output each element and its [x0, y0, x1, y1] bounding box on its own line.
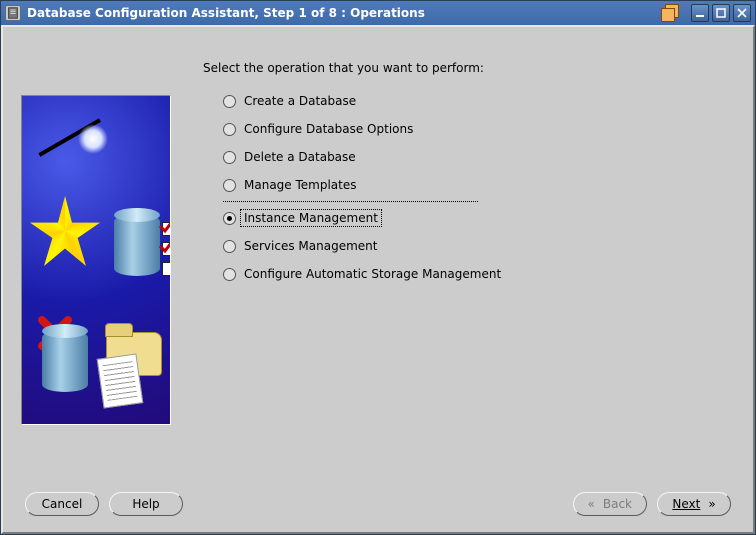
prompt-text: Select the operation that you want to pe…	[203, 61, 484, 75]
pages-icon	[97, 353, 144, 408]
app-icon	[5, 5, 21, 21]
operation-radio-instance[interactable]	[223, 212, 236, 225]
operation-option-create[interactable]: Create a Database	[223, 87, 663, 115]
operation-radio-config[interactable]	[223, 123, 236, 136]
operation-label: Services Management	[244, 239, 377, 253]
operation-label: Delete a Database	[244, 150, 356, 164]
window: Database Configuration Assistant, Step 1…	[0, 0, 756, 535]
operation-radio-asm[interactable]	[223, 268, 236, 281]
operation-radio-create[interactable]	[223, 95, 236, 108]
operation-label: Manage Templates	[244, 178, 357, 192]
close-icon[interactable]	[733, 4, 751, 22]
operation-option-delete[interactable]: Delete a Database	[223, 143, 663, 171]
button-bar: Cancel Help « Back Next »	[3, 482, 753, 532]
operation-radio-template[interactable]	[223, 179, 236, 192]
checkbox-icon	[162, 262, 171, 276]
operation-option-config[interactable]: Configure Database Options	[223, 115, 663, 143]
titlebar[interactable]: Database Configuration Assistant, Step 1…	[1, 1, 755, 25]
client-area: Select the operation that you want to pe…	[1, 25, 755, 534]
window-title: Database Configuration Assistant, Step 1…	[27, 6, 425, 20]
operations-radio-group: Create a Database Configure Database Opti…	[223, 87, 663, 288]
next-button[interactable]: Next »	[657, 492, 731, 516]
back-button: « Back	[573, 492, 647, 516]
operation-label: Instance Management	[240, 209, 382, 227]
window-controls	[691, 4, 751, 22]
separator	[223, 201, 478, 202]
database-icon	[42, 330, 88, 392]
cancel-button[interactable]: Cancel	[25, 492, 99, 516]
operation-option-instance[interactable]: Instance Management	[223, 204, 663, 232]
help-button-label: Help	[132, 497, 159, 511]
checkbox-icon	[162, 222, 171, 236]
operation-option-asm[interactable]: Configure Automatic Storage Management	[223, 260, 663, 288]
operation-option-services[interactable]: Services Management	[223, 232, 663, 260]
content-area: Select the operation that you want to pe…	[3, 27, 753, 482]
operation-option-template[interactable]: Manage Templates	[223, 171, 663, 199]
operation-label: Configure Automatic Storage Management	[244, 267, 501, 281]
chevron-right-icon: »	[708, 497, 715, 511]
operation-label: Configure Database Options	[244, 122, 413, 136]
restore-icon	[659, 3, 681, 23]
operation-radio-services[interactable]	[223, 240, 236, 253]
chevron-left-icon: «	[588, 497, 595, 511]
minimize-icon[interactable]	[691, 4, 709, 22]
help-button[interactable]: Help	[109, 492, 183, 516]
checkbox-icon	[162, 242, 171, 256]
operation-radio-delete[interactable]	[223, 151, 236, 164]
maximize-icon[interactable]	[712, 4, 730, 22]
operation-label: Create a Database	[244, 94, 356, 108]
back-button-label: Back	[603, 497, 632, 511]
next-button-label: Next	[672, 497, 700, 511]
cancel-button-label: Cancel	[42, 497, 83, 511]
database-icon	[114, 214, 160, 276]
sidebar-illustration	[21, 95, 171, 425]
